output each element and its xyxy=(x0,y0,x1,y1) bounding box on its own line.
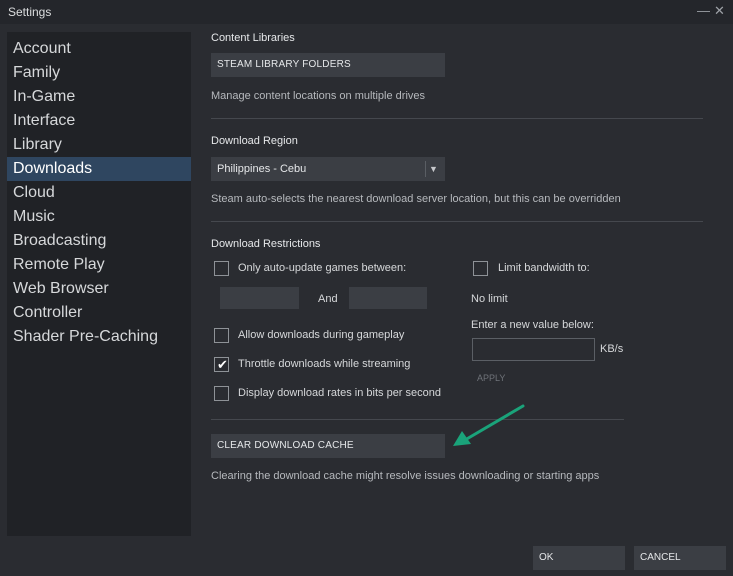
download-restrictions-title: Download Restrictions xyxy=(211,238,321,250)
sidebar-item-broadcasting[interactable]: Broadcasting xyxy=(7,229,191,253)
bandwidth-status: No limit xyxy=(471,293,508,305)
download-region-description: Steam auto-selects the nearest download … xyxy=(211,193,621,205)
clear-cache-description: Clearing the download cache might resolv… xyxy=(211,470,600,482)
enter-value-label: Enter a new value below: xyxy=(471,319,594,331)
sidebar-item-account[interactable]: Account xyxy=(7,37,191,61)
auto-update-end-field[interactable] xyxy=(349,287,427,309)
download-region-dropdown[interactable]: Philippines - Cebu ▼ xyxy=(211,157,445,181)
section-divider xyxy=(211,419,624,420)
allow-gameplay-checkbox[interactable] xyxy=(214,328,229,343)
annotation-arrow-icon xyxy=(453,404,525,446)
throttle-streaming-checkbox[interactable]: ✔ xyxy=(214,357,229,372)
content-libraries-description: Manage content locations on multiple dri… xyxy=(211,90,426,102)
sidebar-item-remote-play[interactable]: Remote Play xyxy=(7,253,191,277)
limit-bandwidth-label: Limit bandwidth to: xyxy=(498,262,590,274)
window-title: Settings xyxy=(8,5,52,19)
chevron-down-icon: ▼ xyxy=(429,164,438,174)
auto-update-checkbox[interactable] xyxy=(214,261,229,276)
download-region-title: Download Region xyxy=(211,135,298,147)
title-bar: Settings — ✕ xyxy=(0,0,733,24)
downloads-panel: Content Libraries STEAM LIBRARY FOLDERS … xyxy=(191,32,727,536)
cancel-button[interactable]: CANCEL xyxy=(634,546,726,570)
content-libraries-title: Content Libraries xyxy=(211,32,295,44)
throttle-streaming-label: Throttle downloads while streaming xyxy=(238,358,411,370)
sidebar-item-web-browser[interactable]: Web Browser xyxy=(7,277,191,301)
sidebar-item-cloud[interactable]: Cloud xyxy=(7,181,191,205)
limit-bandwidth-checkbox[interactable] xyxy=(473,261,488,276)
auto-update-label: Only auto-update games between: xyxy=(238,262,407,274)
download-region-value: Philippines - Cebu xyxy=(217,163,307,175)
dropdown-separator xyxy=(425,161,426,177)
auto-update-start-field[interactable] xyxy=(220,287,299,309)
bandwidth-input[interactable] xyxy=(472,338,595,361)
bits-per-second-label: Display download rates in bits per secon… xyxy=(238,387,442,399)
bandwidth-unit: KB/s xyxy=(600,343,624,355)
sidebar-item-in-game[interactable]: In-Game xyxy=(7,85,191,109)
section-divider xyxy=(211,118,703,119)
ok-button[interactable]: OK xyxy=(533,546,625,570)
clear-download-cache-button[interactable]: CLEAR DOWNLOAD CACHE xyxy=(211,434,445,458)
and-label: And xyxy=(318,293,338,305)
sidebar-item-library[interactable]: Library xyxy=(7,133,191,157)
sidebar-item-music[interactable]: Music xyxy=(7,205,191,229)
apply-button[interactable]: APPLY xyxy=(477,373,505,383)
section-divider xyxy=(211,221,703,222)
sidebar-item-controller[interactable]: Controller xyxy=(7,301,191,325)
sidebar-item-interface[interactable]: Interface xyxy=(7,109,191,133)
bits-per-second-checkbox[interactable] xyxy=(214,386,229,401)
close-icon[interactable]: ✕ xyxy=(714,3,725,19)
settings-sidebar: Account Family In-Game Interface Library… xyxy=(7,32,191,536)
sidebar-item-downloads[interactable]: Downloads xyxy=(7,157,191,181)
minimize-icon[interactable]: — xyxy=(697,3,710,19)
steam-library-folders-button[interactable]: STEAM LIBRARY FOLDERS xyxy=(211,53,445,77)
sidebar-item-family[interactable]: Family xyxy=(7,61,191,85)
allow-gameplay-label: Allow downloads during gameplay xyxy=(238,329,405,341)
checkmark-icon: ✔ xyxy=(217,357,228,372)
sidebar-item-shader-pre-caching[interactable]: Shader Pre-Caching xyxy=(7,325,191,349)
